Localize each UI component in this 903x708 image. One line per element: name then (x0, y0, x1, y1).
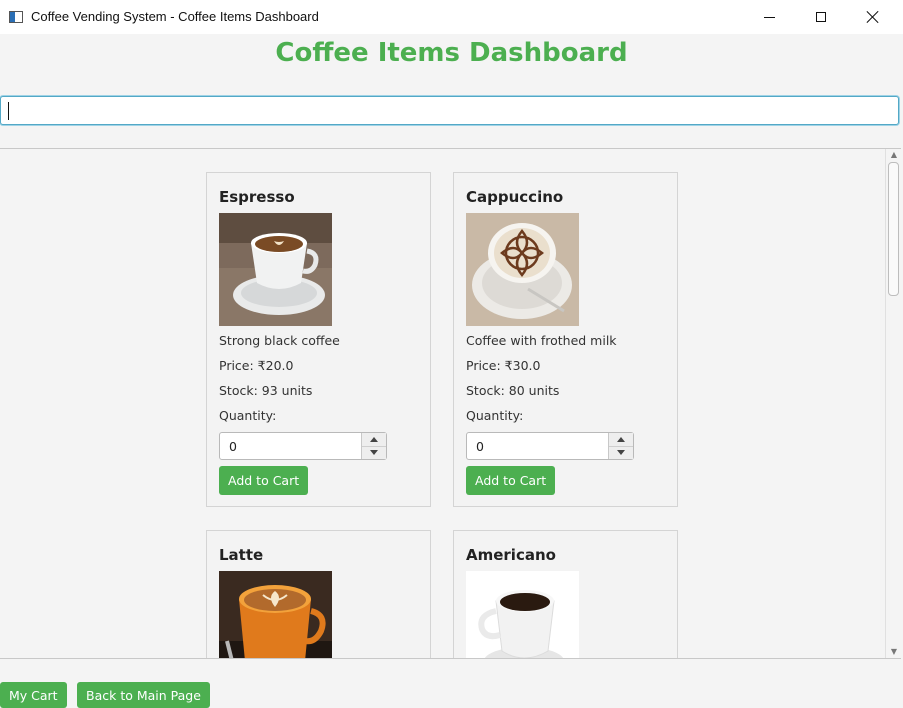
espresso-cup-image (219, 213, 332, 326)
americano-cup-image (466, 571, 579, 658)
decrement-button[interactable] (609, 446, 633, 459)
text-caret (8, 102, 9, 120)
item-description: Strong black coffee (219, 333, 340, 348)
item-name: Cappuccino (466, 188, 564, 206)
quantity-stepper[interactable]: 0 (466, 432, 634, 460)
quantity-value[interactable]: 0 (229, 439, 237, 454)
back-to-main-button[interactable]: Back to Main Page (77, 682, 210, 708)
scroll-up-icon[interactable]: ▲ (886, 149, 901, 161)
window-title-bar: Coffee Vending System - Coffee Items Das… (0, 0, 903, 34)
coffee-card-cappuccino: Cappuccino Coffee with frothed milk Pric… (453, 172, 678, 507)
arrow-up-icon (617, 437, 625, 442)
arrow-up-icon (370, 437, 378, 442)
coffee-card-americano: Americano (453, 530, 678, 658)
add-to-cart-button[interactable]: Add to Cart (466, 466, 556, 495)
scroll-down-icon[interactable]: ▼ (886, 646, 901, 658)
item-price: Price: ₹20.0 (219, 358, 294, 373)
maximize-icon (816, 12, 826, 22)
item-stock: Stock: 80 units (466, 383, 560, 398)
increment-button[interactable] (609, 433, 633, 447)
cappuccino-cup-image (466, 213, 579, 326)
arrow-down-icon (370, 450, 378, 455)
item-name: Espresso (219, 188, 295, 206)
item-name: Latte (219, 546, 264, 564)
quantity-label: Quantity: (219, 408, 277, 423)
search-input[interactable] (0, 96, 899, 125)
latte-cup-image (219, 571, 332, 658)
vertical-scrollbar[interactable]: ▲ ▼ (885, 149, 901, 658)
minimize-icon (763, 16, 775, 18)
item-price: Price: ₹30.0 (466, 358, 541, 373)
add-to-cart-button[interactable]: Add to Cart (219, 466, 309, 495)
maximize-button[interactable] (798, 0, 844, 34)
quantity-stepper[interactable]: 0 (219, 432, 387, 460)
coffee-card-espresso: Espresso Strong black coffee Price: ₹20.… (206, 172, 431, 507)
item-stock: Stock: 93 units (219, 383, 313, 398)
close-icon (867, 11, 879, 23)
item-description: Coffee with frothed milk (466, 333, 617, 348)
stepper-buttons (608, 433, 633, 459)
minimize-button[interactable] (746, 0, 792, 34)
item-name: Americano (466, 546, 556, 564)
my-cart-button[interactable]: My Cart (0, 682, 67, 708)
coffee-card-latte: Latte (206, 530, 431, 658)
decrement-button[interactable] (362, 446, 386, 459)
increment-button[interactable] (362, 433, 386, 447)
close-button[interactable] (850, 0, 896, 34)
arrow-down-icon (617, 450, 625, 455)
scroll-thumb[interactable] (888, 162, 899, 296)
items-scroll-pane[interactable]: Espresso Strong black coffee Price: ₹20.… (0, 148, 901, 659)
window-title: Coffee Vending System - Coffee Items Das… (31, 9, 319, 24)
page-title: Coffee Items Dashboard (275, 38, 628, 68)
quantity-label: Quantity: (466, 408, 524, 423)
stepper-buttons (361, 433, 386, 459)
app-window-icon (9, 11, 23, 23)
quantity-value[interactable]: 0 (476, 439, 484, 454)
